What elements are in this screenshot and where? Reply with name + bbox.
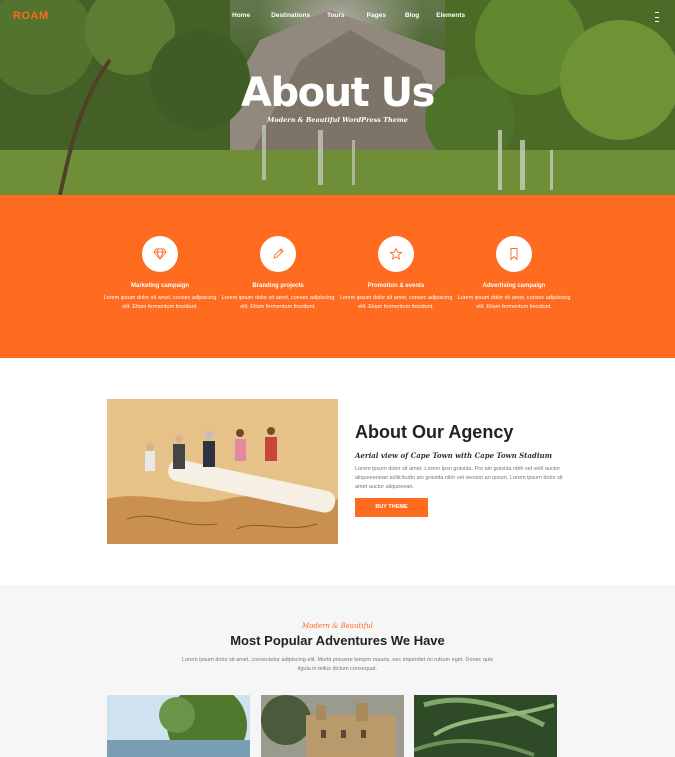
adventure-card[interactable]: [414, 695, 557, 757]
adventures-section: Modern & Beautiful Most Popular Adventur…: [0, 585, 675, 757]
features-section: Marketing campaign Lorem ipsum dolor sit…: [0, 195, 675, 358]
feature-icon-circle: [378, 236, 414, 272]
side-menu-icon[interactable]: [655, 12, 661, 22]
adventures-text: Lorem ipsum dolor sit amet, consectetur …: [182, 657, 493, 672]
nav-pages[interactable]: Pages: [367, 12, 386, 19]
adventures-kicker: Modern & Beautiful: [302, 622, 373, 630]
about-subtitle: Aerial view of Cape Town with Cape Town …: [355, 451, 552, 460]
pencil-icon: [273, 248, 284, 259]
feature-title: Marketing campaign: [130, 283, 189, 289]
adventures-title: Most Popular Adventures We Have: [230, 633, 445, 648]
palm-leaves-image: [414, 695, 557, 757]
feature-text: Lorem ipsum dolor sit amet, consec adipi…: [103, 295, 217, 310]
feature-icon-circle: [260, 236, 296, 272]
feature-title: Advertising campaign: [482, 283, 546, 289]
adventure-card[interactable]: [261, 695, 404, 757]
river-trees-image: [107, 695, 250, 757]
feature-text: Lorem ipsum dolor sit amet, consec adipi…: [339, 295, 453, 310]
adventure-card[interactable]: [107, 695, 250, 757]
feature-branding: Branding projects Lorem ipsum dolor sit …: [219, 236, 337, 312]
nav-home[interactable]: Home: [232, 12, 250, 19]
feature-icon-circle: [496, 236, 532, 272]
about-text: Lorem ipsum dolor sit amet. Lorem Ipsn g…: [355, 466, 563, 490]
nav-elements[interactable]: Elements: [436, 12, 465, 19]
diamond-icon: [153, 248, 167, 261]
top-navigation: ROAM Home Destinations Tours Pages Blog …: [0, 0, 675, 32]
site-logo[interactable]: ROAM: [13, 10, 49, 22]
feature-icon-circle: [142, 236, 178, 272]
nav-blog[interactable]: Blog: [405, 12, 419, 19]
feature-advertising: Advertising campaign Lorem ipsum dolor s…: [455, 236, 573, 312]
main-menu: Home Destinations Tours Pages Blog Eleme…: [232, 12, 465, 19]
hero-banner: ROAM Home Destinations Tours Pages Blog …: [0, 0, 675, 195]
feature-text: Lorem ipsum dolor sit amet, consec adipi…: [457, 295, 571, 310]
feature-title: Branding projects: [252, 283, 304, 289]
buy-theme-button[interactable]: BUY THEME: [355, 498, 428, 517]
feature-promotion: Promotion & events Lorem ipsum dolor sit…: [337, 236, 455, 312]
figurines-on-map-image: [107, 399, 338, 544]
feature-marketing: Marketing campaign Lorem ipsum dolor sit…: [101, 236, 219, 312]
castle-image: [261, 695, 404, 757]
feature-title: Promotion & events: [367, 283, 425, 289]
feature-text: Lorem ipsum dolor sit amet, consec adipi…: [221, 295, 335, 310]
bookmark-icon: [510, 248, 518, 261]
about-title: About Our Agency: [355, 422, 514, 442]
nav-tours[interactable]: Tours: [327, 12, 345, 19]
page-subtitle: Modern & Beautiful WordPress Theme: [267, 116, 408, 124]
page-title: About Us: [241, 70, 435, 116]
star-icon: [389, 247, 403, 260]
nav-destinations[interactable]: Destinations: [271, 12, 310, 19]
about-image: [107, 399, 338, 544]
